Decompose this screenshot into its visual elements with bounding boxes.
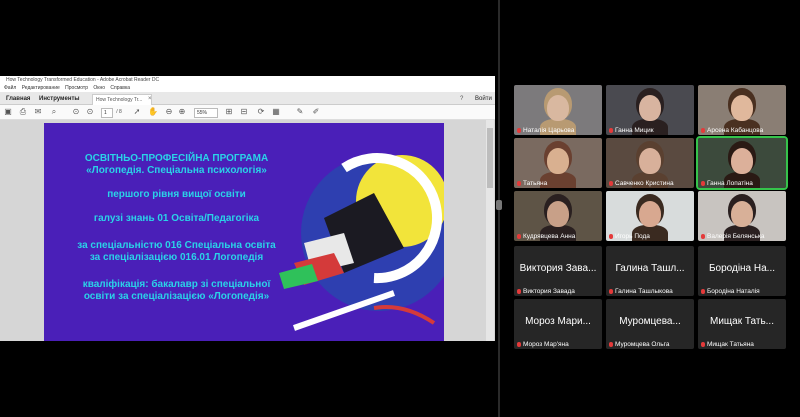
participant-name: Мищак Татьяна xyxy=(701,341,754,348)
muted-mic-icon xyxy=(609,128,613,133)
participant-tile[interactable]: Мороз Мари... Мороз Мар'яна xyxy=(514,299,602,349)
participant-tile[interactable]: Татьяна xyxy=(514,138,602,188)
participant-name: Наталія Царьова xyxy=(517,127,574,134)
participant-face xyxy=(547,201,569,227)
participant-tile[interactable]: Бородіна На... Бородіна Наталія xyxy=(698,246,786,296)
participant-name: Виктория Завада xyxy=(517,288,575,295)
participant-tile[interactable]: Мищак Тать... Мищак Татьяна xyxy=(698,299,786,349)
participant-name: Галина Ташлыкова xyxy=(609,288,673,295)
participant-big-name: Бородіна На... xyxy=(708,263,776,274)
participant-tile[interactable]: Виктория Зава... Виктория Завада xyxy=(514,246,602,296)
participant-name: Савченко Кристина xyxy=(609,180,674,187)
muted-mic-icon xyxy=(609,181,613,186)
muted-mic-icon xyxy=(701,181,705,186)
participant-tile[interactable]: Игорь Пода xyxy=(606,191,694,241)
muted-mic-icon xyxy=(517,128,521,133)
participant-face xyxy=(731,148,753,174)
participant-big-name: Виктория Зава... xyxy=(519,263,597,274)
participant-name-label: Ганна Лопатіна xyxy=(707,180,753,187)
participant-face xyxy=(639,95,661,121)
participant-name-label: Арсена Кабанцова xyxy=(707,127,764,134)
participant-face xyxy=(639,201,661,227)
muted-mic-icon xyxy=(609,289,613,294)
participant-name-label: Бородіна Наталія xyxy=(707,288,760,295)
participant-name-label: Савченко Кристина xyxy=(615,180,674,187)
participant-tile[interactable]: Ганна Мицик xyxy=(606,85,694,135)
participant-name: Кудрявцева Анна xyxy=(517,233,575,240)
participant-face xyxy=(547,95,569,121)
participant-name-label: Ганна Мицик xyxy=(615,127,654,134)
muted-mic-icon xyxy=(701,342,705,347)
participant-face xyxy=(731,201,753,227)
participant-face xyxy=(547,148,569,174)
muted-mic-icon xyxy=(517,234,521,239)
participant-tile[interactable]: Наталія Царьова xyxy=(514,85,602,135)
participant-big-name: Муромцева... xyxy=(619,316,681,327)
participant-name-label: Мищак Татьяна xyxy=(707,341,754,348)
participant-name: Ганна Лопатіна xyxy=(701,180,753,187)
participant-tile[interactable]: Валерія Белянська xyxy=(698,191,786,241)
participant-tile[interactable]: Муромцева... Муромцева Ольга xyxy=(606,299,694,349)
participant-tile[interactable]: Кудрявцева Анна xyxy=(514,191,602,241)
participant-name-label: Кудрявцева Анна xyxy=(523,233,576,240)
participant-tile[interactable]: Арсена Кабанцова xyxy=(698,85,786,135)
muted-mic-icon xyxy=(609,234,613,239)
participant-name-label: Муромцева Ольга xyxy=(615,341,670,348)
participant-name: Ганна Мицик xyxy=(609,127,654,134)
muted-mic-icon xyxy=(517,181,521,186)
participant-name-label: Мороз Мар'яна xyxy=(523,341,569,348)
participant-name: Татьяна xyxy=(517,180,547,187)
participant-name: Игорь Пода xyxy=(609,233,650,240)
participant-name-label: Галина Ташлыкова xyxy=(615,288,673,295)
participant-name-label: Игорь Пода xyxy=(615,233,650,240)
participant-face xyxy=(731,95,753,121)
muted-mic-icon xyxy=(701,234,705,239)
participant-name: Арсена Кабанцова xyxy=(701,127,763,134)
participant-name-label: Валерія Белянська xyxy=(707,233,765,240)
participant-tile[interactable]: Ганна Лопатіна xyxy=(696,136,788,190)
participant-name-label: Татьяна xyxy=(523,180,548,187)
participant-face xyxy=(639,148,661,174)
muted-mic-icon xyxy=(517,342,521,347)
participant-gallery: Наталія Царьова Ганна Мицик Арсена Кабанцо… xyxy=(0,0,800,417)
participant-tile[interactable]: Савченко Кристина xyxy=(606,138,694,188)
muted-mic-icon xyxy=(517,289,521,294)
participant-tile[interactable]: Галина Ташл... Галина Ташлыкова xyxy=(606,246,694,296)
participant-big-name: Мороз Мари... xyxy=(525,316,591,327)
muted-mic-icon xyxy=(701,289,705,294)
participant-name: Валерія Белянська xyxy=(701,233,765,240)
participant-name: Мороз Мар'яна xyxy=(517,341,569,348)
participant-big-name: Галина Ташл... xyxy=(615,263,685,274)
participant-name-label: Наталія Царьова xyxy=(523,127,575,134)
muted-mic-icon xyxy=(701,128,705,133)
participant-name: Муромцева Ольга xyxy=(609,341,669,348)
participant-name-label: Виктория Завада xyxy=(523,288,575,295)
participant-big-name: Мищак Тать... xyxy=(710,316,774,327)
muted-mic-icon xyxy=(609,342,613,347)
participant-name: Бородіна Наталія xyxy=(701,288,760,295)
